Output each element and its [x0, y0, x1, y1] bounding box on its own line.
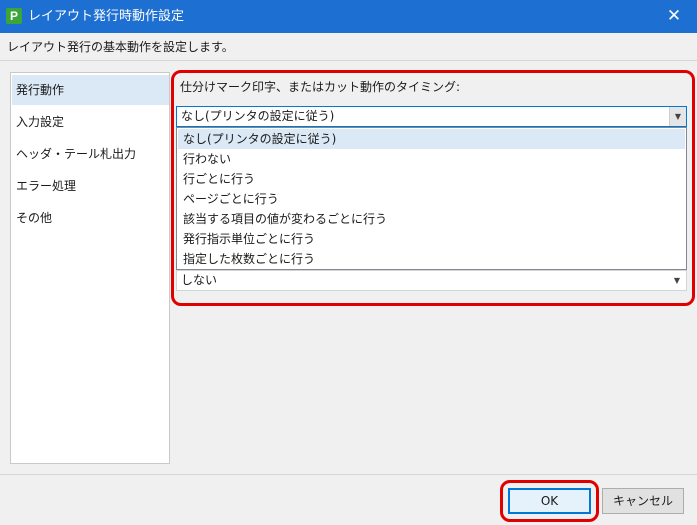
timing-setting-label: 仕分けマーク印字、またはカット動作のタイミング: — [180, 80, 461, 94]
timing-dropdown-value: なし(プリンタの設定に従う) — [181, 109, 335, 123]
dropdown-option[interactable]: 指定した枚数ごとに行う — [178, 249, 685, 269]
dropdown-option[interactable]: 発行指示単位ごとに行う — [178, 229, 685, 249]
sidebar-item-input-settings[interactable]: 入力設定 — [12, 107, 169, 137]
title-bar: P レイアウト発行時動作設定 ✕ — [0, 0, 697, 33]
timing-dropdown-list: なし(プリンタの設定に従う) 行わない 行ごとに行う ページごとに行う 該当する… — [176, 127, 687, 270]
dropdown-option[interactable]: 行わない — [178, 149, 685, 169]
dropdown-option[interactable]: ページごとに行う — [178, 189, 685, 209]
category-list: 発行動作 入力設定 ヘッダ・テール札出力 エラー処理 その他 — [10, 72, 170, 464]
timing-dropdown[interactable]: なし(プリンタの設定に従う) ▼ — [176, 106, 687, 127]
sidebar-item-issue-behavior[interactable]: 発行動作 — [12, 75, 169, 105]
chevron-down-icon[interactable]: ▼ — [670, 271, 684, 290]
sidebar-item-error-handling[interactable]: エラー処理 — [12, 171, 169, 201]
dropdown-option[interactable]: 該当する項目の値が変わるごとに行う — [178, 209, 685, 229]
dialog-footer — [0, 474, 697, 525]
second-setting-dropdown[interactable]: しない ▼ — [176, 270, 687, 291]
cancel-button[interactable]: キャンセル — [602, 488, 684, 514]
close-icon[interactable]: ✕ — [651, 0, 697, 33]
sidebar-item-other[interactable]: その他 — [12, 203, 169, 233]
dropdown-option[interactable]: なし(プリンタの設定に従う) — [178, 129, 685, 149]
ok-button[interactable]: OK — [508, 488, 591, 514]
sidebar-item-header-tail-output[interactable]: ヘッダ・テール札出力 — [12, 139, 169, 169]
window-title: レイアウト発行時動作設定 — [28, 9, 185, 24]
chevron-down-icon[interactable]: ▼ — [669, 107, 686, 126]
dropdown-option[interactable]: 行ごとに行う — [178, 169, 685, 189]
dialog-description: レイアウト発行の基本動作を設定します。 — [0, 33, 697, 61]
app-logo-icon: P — [6, 8, 22, 24]
second-setting-value: しない — [181, 273, 218, 287]
